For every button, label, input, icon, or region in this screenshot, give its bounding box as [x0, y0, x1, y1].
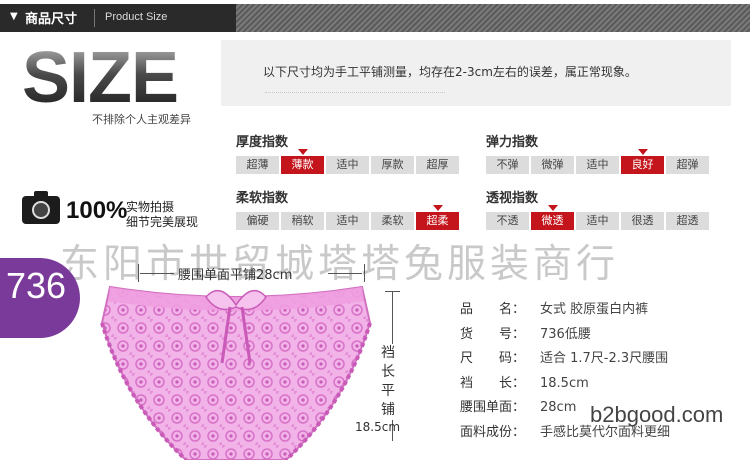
indicator-scale: 不透 微透 适中 很透 超透: [486, 205, 711, 230]
spec-key: 裆 长：: [460, 375, 526, 391]
spec-value: 女式 胶原蛋白内裤: [540, 302, 649, 317]
underwear-image: [100, 285, 372, 460]
spec-value: 18.5cm: [540, 375, 589, 391]
indicator-option: 适中: [576, 156, 619, 174]
waist-arrow-right: [328, 273, 362, 274]
spec-key: 尺 码：: [460, 351, 526, 366]
indicator-option: 适中: [326, 212, 369, 230]
photo-caption-2: 细节完美展现: [126, 215, 199, 229]
indicator-scale: 不弹 微弹 适中 良好 超弹: [486, 149, 711, 174]
header-stripe-band: [236, 4, 750, 32]
section-header: ▼ 商品尺寸 Product Size: [0, 0, 750, 36]
indicator-option: 柔软: [371, 212, 414, 230]
rise-char: 铺: [381, 402, 395, 418]
indicator-scale: 超薄 薄款 适中 厚款 超厚: [236, 149, 461, 174]
size-logo: SIZE: [22, 38, 179, 118]
indicator-option: 适中: [326, 156, 369, 174]
header-subtitle: Product Size: [105, 11, 168, 23]
site-watermark: b2bgood.com: [590, 402, 724, 427]
indicator-option: 稍软: [281, 212, 324, 230]
spec-key: 腰围单面：: [460, 400, 526, 415]
waist-tick-right: [364, 264, 365, 282]
spec-row: 品 名： 女式 胶原蛋白内裤: [460, 298, 648, 317]
spec-row: 尺 码： 适合 1.7尺-2.3尺腰围: [460, 347, 668, 366]
shop-watermark: 东阳市世留城塔塔兔服装商行: [60, 242, 620, 287]
spec-key: 品 名：: [460, 302, 526, 317]
header-title: 商品尺寸: [25, 12, 78, 27]
rise-char: 裆: [381, 345, 395, 361]
waist-tick-left: [138, 264, 139, 282]
rise-char: 平: [381, 383, 395, 399]
spec-row: 腰围单面： 28cm: [460, 396, 576, 415]
measurement-notice: 以下尺寸均为手工平铺测量，均存在2-3cm左右的误差，属正常现象。: [221, 40, 731, 106]
indicator-option: 微弹: [531, 156, 574, 174]
waist-arrow-left: [140, 273, 174, 274]
indicator-option: 厚款: [371, 156, 414, 174]
indicator-option: 不透: [486, 212, 529, 230]
spec-value: 28cm: [540, 400, 577, 415]
indicator-title: 厚度指数: [236, 135, 289, 150]
header-divider: [94, 9, 95, 27]
indicator-option: 超薄: [236, 156, 279, 174]
rise-char: 长: [381, 364, 395, 380]
indicator-option: 很透: [621, 212, 664, 230]
spec-key: 面料成份：: [460, 424, 526, 440]
indicator-option-selected: 薄款: [281, 149, 324, 174]
indicator-option-selected: 微透: [531, 205, 574, 230]
spec-key: 货 号：: [460, 326, 526, 342]
indicator-option: 超厚: [416, 156, 459, 174]
indicator-scale: 偏硬 稍软 适中 柔软 超柔: [236, 205, 461, 230]
indicator-option-selected: 超柔: [416, 205, 459, 230]
triangle-down-icon: ▼: [10, 11, 18, 22]
product-number: 736: [6, 265, 67, 306]
dotted-divider: [265, 92, 445, 93]
spec-value: 736低腰: [540, 326, 591, 342]
size-disclaimer: 不排除个人主观差异: [92, 113, 191, 126]
photo-percent: 100%: [66, 197, 128, 224]
camera-icon: [22, 190, 62, 226]
waist-measure-label: 腰围单面平铺28cm: [178, 268, 293, 283]
indicator-option: 适中: [576, 212, 619, 230]
indicator-option: 超透: [666, 212, 709, 230]
rise-value: 18.5cm: [355, 420, 401, 434]
indicator-title: 透视指数: [486, 191, 539, 206]
indicator-option: 不弹: [486, 156, 529, 174]
indicator-title: 弹力指数: [486, 135, 539, 150]
notice-text: 以下尺寸均为手工平铺测量，均存在2-3cm左右的误差，属正常现象。: [263, 65, 637, 79]
rise-measure-label: 裆 长 平 铺: [380, 344, 396, 420]
indicator-option: 偏硬: [236, 212, 279, 230]
indicator-option-selected: 良好: [621, 149, 664, 174]
indicator-option: 超弹: [666, 156, 709, 174]
spec-row: 货 号： 736低腰: [460, 323, 591, 342]
spec-value: 适合 1.7尺-2.3尺腰围: [540, 351, 669, 366]
spec-row: 裆 长： 18.5cm: [460, 372, 589, 391]
indicator-title: 柔软指数: [236, 191, 289, 206]
